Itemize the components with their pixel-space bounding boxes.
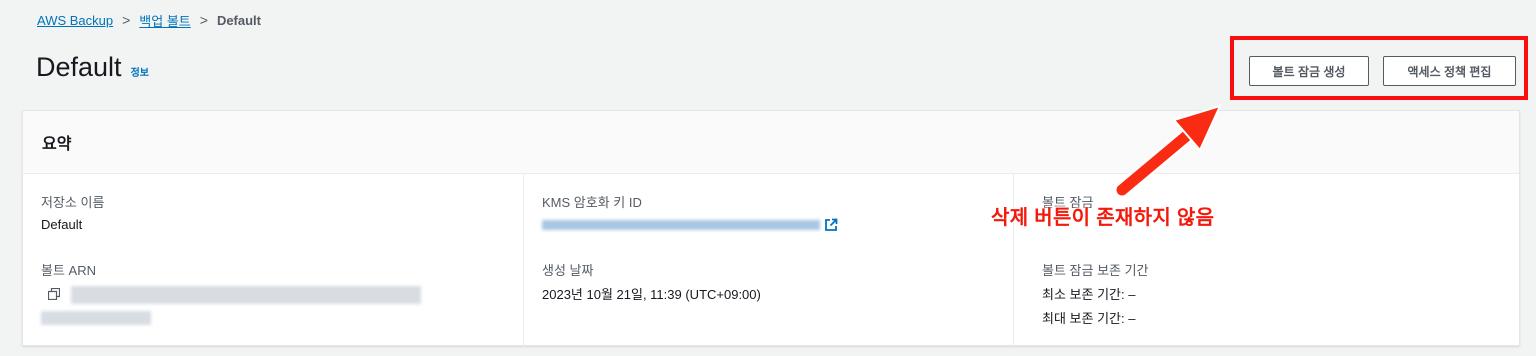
chevron-right-icon: > [199, 12, 208, 28]
copy-icon[interactable] [48, 288, 60, 300]
breadcrumb-link-backup-vaults[interactable]: 백업 볼트 [139, 11, 190, 30]
page-header: Default 정보 [36, 52, 149, 83]
page-title: Default [36, 52, 122, 82]
creation-date-value: 2023년 10월 21일, 11:39 (UTC+09:00) [542, 287, 761, 302]
breadcrumb-current: Default [216, 12, 261, 28]
redacted-kms-key[interactable] [542, 220, 820, 230]
breadcrumb: AWS Backup > 백업 볼트 > Default [37, 10, 261, 30]
annotation-arrow-icon [1114, 104, 1222, 198]
vault-arn-label: 볼트 ARN [41, 263, 96, 278]
retention-label: 볼트 잠금 보존 기간 [1042, 263, 1149, 278]
external-link-icon[interactable] [824, 218, 838, 232]
summary-panel: 요약 저장소 이름 Default 볼트 ARN KMS 암호화 키 ID 생성… [22, 110, 1520, 347]
summary-heading: 요약 [23, 111, 1519, 174]
annotation-text: 삭제 버튼이 존재하지 않음 [991, 207, 1215, 229]
min-retention-value: 최소 보존 기간: – [1042, 287, 1136, 302]
chevron-right-icon: > [122, 12, 131, 28]
vault-name-label: 저장소 이름 [41, 195, 105, 210]
vault-name-value: Default [41, 217, 83, 232]
summary-column-3: 볼트 잠금 볼트 잠금 보존 기간 최소 보존 기간: – 최대 보존 기간: … [1013, 174, 1520, 347]
kms-key-label: KMS 암호화 키 ID [542, 195, 642, 210]
highlight-box [1230, 36, 1528, 100]
creation-date-label: 생성 날짜 [542, 263, 594, 278]
redacted-arn [71, 286, 421, 304]
breadcrumb-link-aws-backup[interactable]: AWS Backup [37, 13, 113, 28]
info-link[interactable]: 정보 [131, 64, 149, 79]
redacted-arn [41, 311, 151, 325]
max-retention-value: 최대 보존 기간: – [1042, 311, 1136, 326]
summary-column-2: KMS 암호화 키 ID 생성 날짜 2023년 10월 21일, 11:39 … [523, 174, 1014, 347]
summary-column-1: 저장소 이름 Default 볼트 ARN [23, 174, 523, 347]
